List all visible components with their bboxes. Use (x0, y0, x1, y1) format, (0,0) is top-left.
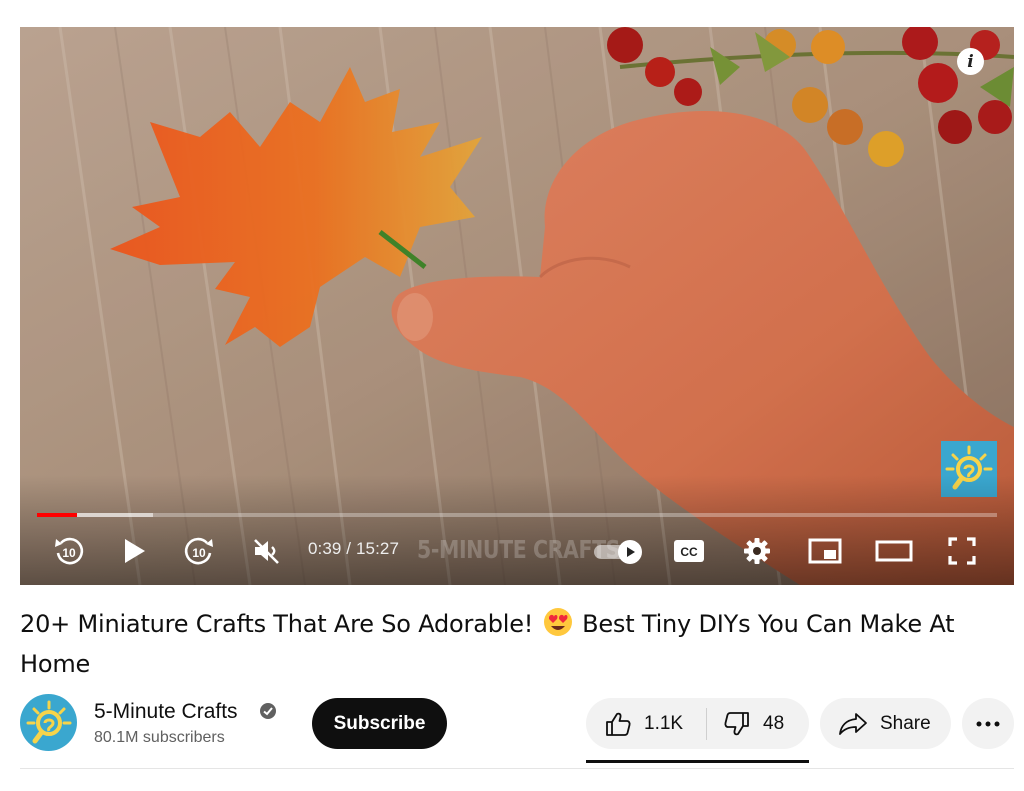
avatar[interactable] (20, 694, 77, 751)
info-icon[interactable]: i (957, 48, 984, 75)
svg-text:10: 10 (192, 546, 206, 560)
time-display: 0:39 / 15:27 (308, 539, 399, 558)
svg-text:CC: CC (680, 545, 698, 559)
video-player[interactable]: i 10 10 0:39 / 15:27 5-MINUTE CRAFTS CC (20, 27, 1014, 585)
section-divider (20, 768, 1014, 769)
autoplay-play-icon (618, 540, 642, 564)
volume-muted-icon[interactable] (248, 532, 284, 570)
svg-text:10: 10 (62, 546, 76, 560)
like-count: 1.1K (644, 712, 684, 734)
more-actions-button[interactable] (962, 698, 1014, 749)
theater-mode-icon[interactable] (874, 532, 914, 570)
captions-icon[interactable]: CC (671, 532, 707, 570)
autoplay-toggle[interactable] (594, 540, 642, 564)
video-title-part1: 20+ Miniature Crafts That Are So Adorabl… (20, 610, 534, 638)
controls-gradient (20, 475, 1014, 585)
play-icon[interactable] (116, 532, 152, 570)
fullscreen-icon[interactable] (944, 532, 980, 570)
settings-gear-icon[interactable] (739, 532, 775, 570)
dislike-count: 48 (763, 712, 785, 734)
thumbs-down-icon (724, 711, 749, 735)
subscribe-button[interactable]: Subscribe (312, 698, 447, 749)
forward-10-icon[interactable]: 10 (180, 532, 218, 570)
share-arrow-icon (839, 712, 867, 735)
miniplayer-icon[interactable] (806, 532, 844, 570)
channel-name[interactable]: 5-Minute Crafts (94, 700, 238, 724)
dislike-button[interactable]: 48 (707, 698, 784, 749)
like-button[interactable]: 1.1K (586, 698, 706, 749)
thumbs-up-icon (606, 712, 631, 736)
verified-check-icon (260, 703, 276, 719)
progress-bar[interactable] (37, 513, 997, 517)
brand-overlay-text: 5-MINUTE CRAFTS (417, 535, 621, 564)
video-title: 20+ Miniature Crafts That Are So Adorabl… (20, 604, 1005, 684)
rewind-10-icon[interactable]: 10 (50, 532, 88, 570)
share-button[interactable]: Share (820, 698, 951, 749)
progress-played (37, 513, 78, 517)
more-horizontal-icon (976, 721, 1000, 726)
heart-eyes-emoji (543, 608, 572, 636)
like-dislike-group: 1.1K 48 (586, 698, 809, 749)
subscriber-count: 80.1M subscribers (94, 729, 225, 746)
share-label: Share (880, 712, 931, 734)
like-active-underline (586, 760, 809, 763)
